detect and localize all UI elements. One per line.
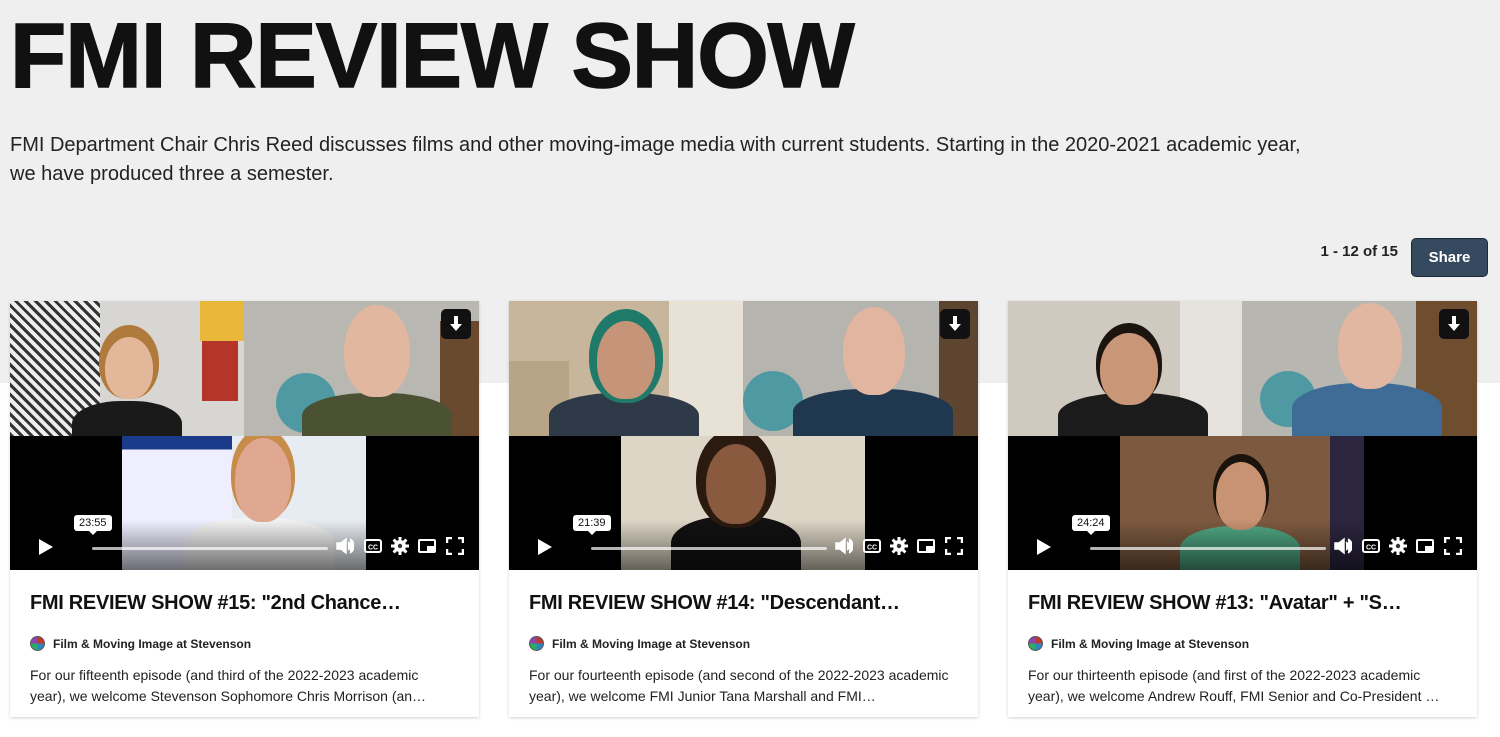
- download-icon: [1448, 316, 1460, 331]
- channel-avatar: [30, 636, 45, 651]
- channel-info[interactable]: Film & Moving Image at Stevenson: [30, 636, 251, 651]
- picture-in-picture-icon[interactable]: [418, 537, 436, 555]
- download-button[interactable]: [940, 309, 970, 339]
- channel-avatar: [529, 636, 544, 651]
- play-icon[interactable]: [535, 538, 553, 556]
- volume-icon[interactable]: [835, 537, 853, 555]
- play-icon[interactable]: [36, 538, 54, 556]
- page-title: FMI REVIEW SHOW: [9, 5, 855, 107]
- duration-label: 21:39: [573, 515, 611, 535]
- channel-name[interactable]: Film & Moving Image at Stevenson: [552, 637, 750, 651]
- video-thumbnail[interactable]: 23:55 CC: [10, 301, 479, 570]
- video-controls: 23:55 CC: [10, 515, 479, 570]
- video-controls: 24:24 CC: [1008, 515, 1477, 570]
- volume-icon[interactable]: [336, 537, 354, 555]
- svg-text:CC: CC: [368, 545, 378, 552]
- download-button[interactable]: [441, 309, 471, 339]
- volume-icon[interactable]: [1334, 537, 1352, 555]
- video-title[interactable]: FMI REVIEW SHOW #15: "2nd Chance…: [30, 592, 460, 615]
- download-icon: [949, 316, 961, 331]
- captions-icon[interactable]: CC: [364, 537, 382, 555]
- page-description: FMI Department Chair Chris Reed discusse…: [10, 134, 1301, 185]
- channel-avatar: [1028, 636, 1043, 651]
- svg-text:CC: CC: [867, 545, 877, 552]
- fullscreen-icon[interactable]: [945, 537, 963, 555]
- duration-label: 24:24: [1072, 515, 1110, 535]
- download-icon: [450, 316, 462, 331]
- play-icon[interactable]: [1034, 538, 1052, 556]
- video-description: For our thirteenth episode (and first of…: [1028, 667, 1440, 704]
- video-description: For our fifteenth episode (and third of …: [30, 667, 427, 704]
- video-controls: 21:39 CC: [509, 515, 978, 570]
- gear-icon[interactable]: [1389, 537, 1407, 555]
- video-title[interactable]: FMI REVIEW SHOW #14: "Descendant…: [529, 592, 959, 615]
- video-thumbnail[interactable]: 21:39 CC: [509, 301, 978, 570]
- download-button[interactable]: [1439, 309, 1469, 339]
- video-card[interactable]: 23:55 CC FMI REVIEW SHOW #15: "2nd Chanc…: [10, 301, 479, 717]
- fullscreen-icon[interactable]: [446, 537, 464, 555]
- video-card[interactable]: 21:39 CC FMI REVIEW SHOW #14: "Descendan…: [509, 301, 978, 717]
- picture-in-picture-icon[interactable]: [1416, 537, 1434, 555]
- pagination-count: 1 - 12 of 15: [1320, 243, 1398, 260]
- video-title[interactable]: FMI REVIEW SHOW #13: "Avatar" + "S…: [1028, 592, 1458, 615]
- svg-text:CC: CC: [1366, 545, 1376, 552]
- captions-icon[interactable]: CC: [1362, 537, 1380, 555]
- channel-name[interactable]: Film & Moving Image at Stevenson: [53, 637, 251, 651]
- gear-icon[interactable]: [391, 537, 409, 555]
- progress-bar[interactable]: [591, 547, 827, 550]
- duration-label: 23:55: [74, 515, 112, 535]
- channel-info[interactable]: Film & Moving Image at Stevenson: [1028, 636, 1249, 651]
- share-button[interactable]: Share: [1411, 238, 1488, 277]
- video-description: For our fourteenth episode (and second o…: [529, 667, 949, 704]
- progress-bar[interactable]: [92, 547, 328, 550]
- fullscreen-icon[interactable]: [1444, 537, 1462, 555]
- channel-name[interactable]: Film & Moving Image at Stevenson: [1051, 637, 1249, 651]
- video-card[interactable]: 24:24 CC FMI REVIEW SHOW #13: "Avatar" +…: [1008, 301, 1477, 717]
- channel-info[interactable]: Film & Moving Image at Stevenson: [529, 636, 750, 651]
- captions-icon[interactable]: CC: [863, 537, 881, 555]
- picture-in-picture-icon[interactable]: [917, 537, 935, 555]
- gear-icon[interactable]: [890, 537, 908, 555]
- progress-bar[interactable]: [1090, 547, 1326, 550]
- video-thumbnail[interactable]: 24:24 CC: [1008, 301, 1477, 570]
